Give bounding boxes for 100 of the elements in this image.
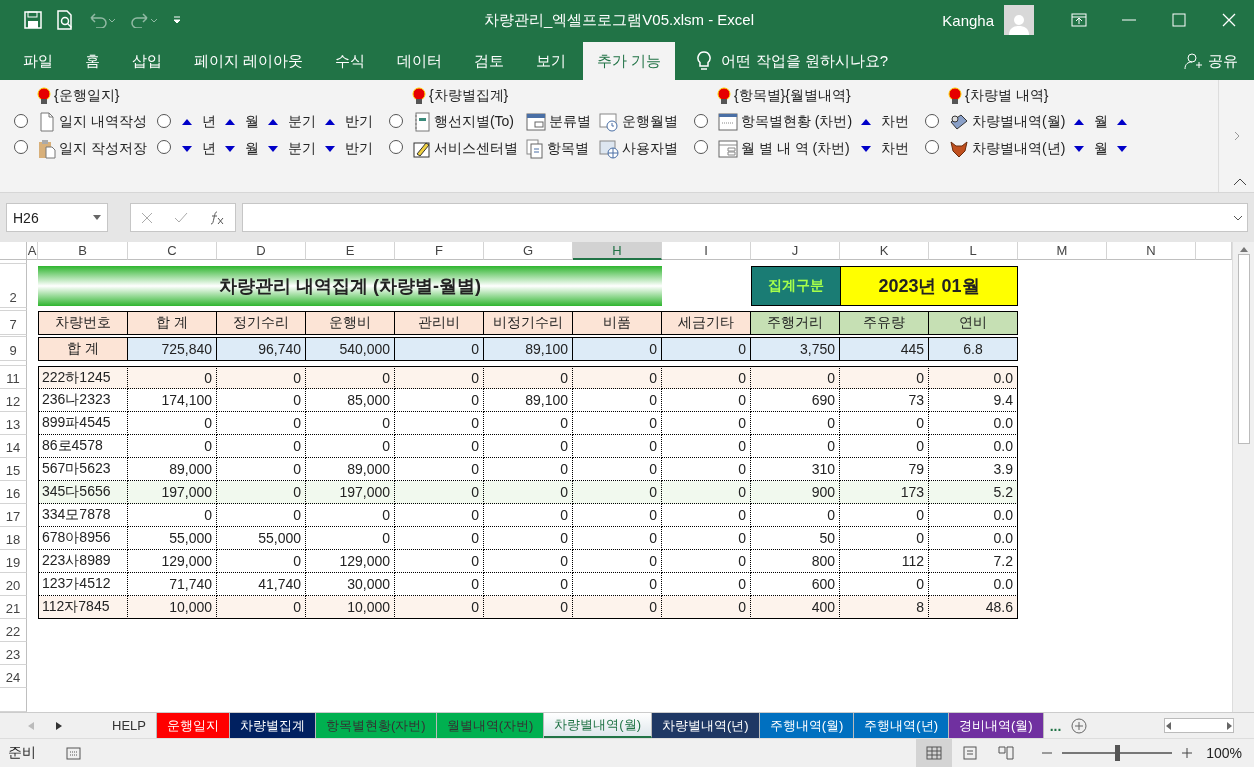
name-box[interactable]: H26 [6,203,108,232]
column-header[interactable]: D [217,242,306,260]
undo-icon[interactable] [88,12,116,28]
row-header[interactable]: 2 [0,264,27,308]
ribbon-tab[interactable]: 페이지 레이아웃 [179,42,319,80]
column-header[interactable]: E [306,242,395,260]
row-header[interactable]: 23 [0,642,27,665]
radio-button[interactable] [156,140,171,154]
ribbon-button[interactable]: 일지 내역작성 [38,108,147,135]
up-button[interactable]: 월 [1073,108,1109,135]
zoom-in-icon[interactable] [1182,748,1193,758]
customize-icon[interactable] [172,15,182,25]
row-header[interactable]: 16 [0,481,27,504]
add-sheet-icon[interactable] [1071,717,1088,734]
save-icon[interactable] [24,11,42,29]
row-header[interactable]: 17 [0,504,27,527]
sheet-tab[interactable]: 주행내역(년) [854,713,949,738]
radio-button[interactable] [925,114,940,128]
horizontal-scrollbar[interactable] [1164,718,1234,733]
more-sheets-button[interactable]: ... [1043,713,1068,738]
sheet-tab[interactable]: 월별내역(자번) [436,713,545,738]
ribbon-button[interactable]: 항목별 [525,135,591,162]
ribbon-tab[interactable]: 삽입 [117,42,177,80]
radio-button[interactable] [388,114,403,128]
ribbon-tab[interactable]: 보기 [521,42,582,80]
column-header[interactable]: L [929,242,1018,260]
row-header[interactable]: 15 [0,458,27,481]
share-button[interactable]: 공유 [1178,42,1244,80]
down-button[interactable]: 년 [180,135,216,162]
column-header[interactable]: H [573,242,662,260]
ribbon-button[interactable]: 사용자별 [598,135,678,162]
row-header[interactable]: 11 [0,366,27,389]
ribbon-button[interactable]: 차량별내역(월) [949,108,1066,135]
sheet-tab[interactable]: 차량별내역(월) [544,713,652,738]
vertical-scrollbar[interactable] [1232,242,1254,712]
up-button[interactable]: 분기 [266,108,316,135]
radio-button[interactable] [156,114,171,128]
radio-button[interactable] [388,140,403,154]
ribbon-button[interactable]: 서비스센터별 [412,135,518,162]
scroll-left-icon[interactable] [1165,721,1173,730]
row-header[interactable]: 24 [0,665,27,688]
row-header[interactable]: 20 [0,573,27,596]
row-header[interactable]: 13 [0,412,27,435]
sheet-tab[interactable]: 차량별내역(년) [652,713,760,738]
column-header[interactable]: M [1018,242,1107,260]
radio-button[interactable] [693,140,708,154]
row-header[interactable]: 21 [0,596,27,619]
column-header[interactable]: B [38,242,128,260]
column-header[interactable]: J [751,242,840,260]
column-header[interactable]: N [1107,242,1196,260]
ribbon-tab[interactable]: 검토 [459,42,520,80]
row-header[interactable]: 12 [0,389,27,412]
macro-record-icon[interactable] [66,746,82,760]
radio-button[interactable] [14,140,28,154]
scroll-thumb[interactable] [1237,254,1250,444]
sheet-tab[interactable]: 차량별집계 [229,713,316,738]
scroll-right-icon[interactable] [1225,721,1233,730]
down-button[interactable]: 차번 [860,135,910,162]
ribbon-tab[interactable]: 홈 [70,42,115,80]
zoom-slider[interactable] [1062,745,1173,761]
ribbon-tab[interactable]: 데이터 [382,42,458,80]
down-button[interactable]: 월 [1073,135,1109,162]
column-header[interactable]: F [395,242,484,260]
column-header[interactable]: K [840,242,929,260]
down-button[interactable]: 월 [223,135,259,162]
radio-button[interactable] [925,140,940,154]
next-sheet-icon[interactable] [56,721,62,730]
sheet-tab[interactable]: 운행일지 [156,713,230,738]
ribbon-button[interactable]: 분류별 [525,108,591,135]
ribbon-button[interactable]: 월 별 내 역 (차번) [717,135,853,162]
down-button[interactable]: 반기 [323,135,373,162]
check-icon[interactable] [174,211,188,224]
formula-input[interactable] [242,203,1248,232]
up-button[interactable]: 월 [223,108,259,135]
row-header[interactable]: 22 [0,619,27,642]
ribbon-button[interactable]: 차량별내역(년) [949,135,1066,162]
radio-button[interactable] [14,114,28,128]
sheet-tab[interactable]: 주행내역(월) [759,713,855,738]
ribbon-button[interactable]: 일지 작성저장 [38,135,147,162]
ribbon-button[interactable]: 항목별현황 (차번) [717,108,853,135]
zoom-thumb[interactable] [1115,745,1121,761]
tell-me-search[interactable]: 어떤 작업을 원하시나요? [691,42,895,80]
scroll-up-icon[interactable] [1239,246,1248,252]
print-preview-icon[interactable] [56,10,74,30]
column-header[interactable]: C [128,242,217,260]
up-button[interactable]: 년 [180,108,216,135]
row-header[interactable]: 9 [0,337,27,361]
ribbon-button[interactable]: 운행월별 [598,108,678,135]
row-header[interactable]: 7 [0,311,27,335]
ribbon-button[interactable]: 행선지별(To) [412,108,518,135]
up-button[interactable]: 반기 [323,108,373,135]
ribbon-tab[interactable]: 파일 [8,42,68,80]
column-header[interactable]: I [662,242,751,260]
function-icon[interactable] [208,210,225,225]
row-header[interactable]: 18 [0,527,27,550]
cancel-icon[interactable] [141,211,154,224]
column-header[interactable]: A [27,242,38,260]
row-header[interactable]: 14 [0,435,27,458]
column-header[interactable]: G [484,242,573,260]
normal-view-button[interactable] [916,739,953,767]
